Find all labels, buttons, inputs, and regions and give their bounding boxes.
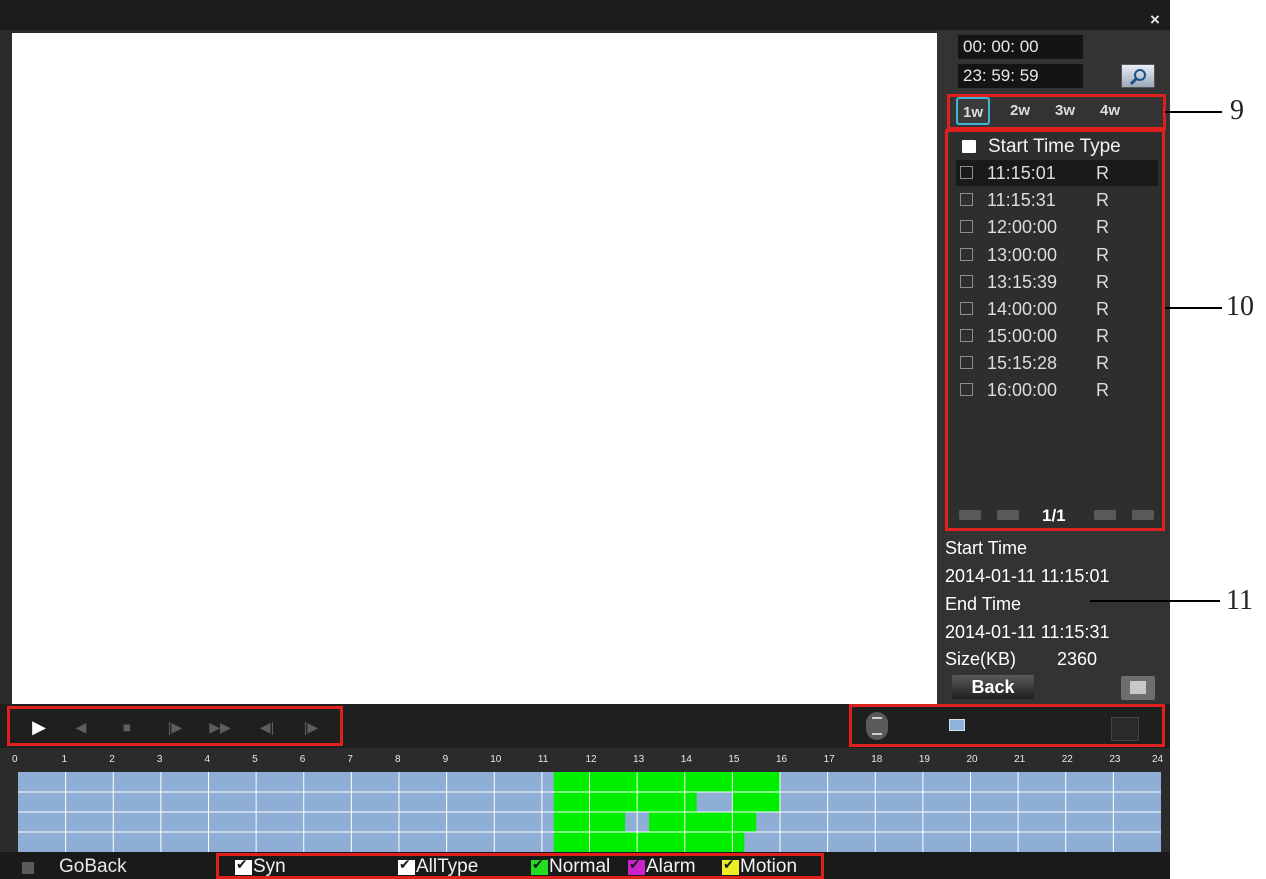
size-value: 2360 — [1057, 649, 1098, 669]
end-time-label: End Time — [945, 594, 1022, 614]
size-label: Size(KB) — [945, 649, 1017, 669]
hour-label: 12 — [585, 754, 597, 765]
video-display[interactable] — [12, 33, 937, 704]
end-time-field[interactable]: 23: 59: 59 — [958, 64, 1083, 88]
hour-label: 7 — [347, 754, 353, 765]
hour-ruler: 0 1 2 3 4 5 6 7 8 9 10 11 12 13 14 15 16 17 18 19 20 21 22 23 24 — [12, 752, 1164, 770]
recording-block — [649, 812, 757, 832]
hour-label: 3 — [156, 754, 163, 765]
hour-label: 2 — [109, 754, 115, 765]
hour-label: 15 — [728, 754, 740, 765]
callout-line-11 — [1090, 600, 1220, 602]
hour-label: 5 — [252, 754, 258, 765]
start-time-value: 2014-01-11 11:15:01 — [945, 566, 1110, 586]
hour-label: 19 — [918, 754, 930, 765]
hour-label: 16 — [776, 754, 788, 765]
close-icon[interactable]: × — [1150, 10, 1160, 30]
hour-label: 17 — [823, 754, 835, 765]
callout-box-zoom — [849, 704, 1165, 747]
hour-label: 0 — [12, 754, 18, 765]
goback-icon[interactable] — [22, 862, 34, 874]
search-icon — [1129, 69, 1146, 86]
callout-box-controls — [7, 706, 343, 746]
callout-box-filters — [216, 853, 824, 879]
start-time-field[interactable]: 00: 00: 00 — [958, 35, 1083, 59]
hour-label: 8 — [395, 754, 401, 765]
hour-label: 10 — [490, 754, 502, 765]
callout-box-9 — [947, 94, 1166, 130]
hour-label: 13 — [633, 754, 645, 765]
callout-box-10 — [945, 129, 1165, 531]
timeline[interactable] — [18, 772, 1161, 852]
callout-9: 9 — [1230, 95, 1244, 126]
callout-11: 11 — [1226, 585, 1253, 616]
callout-10: 10 — [1226, 291, 1254, 322]
hour-label: 23 — [1109, 754, 1121, 765]
backup-icon[interactable] — [1121, 676, 1155, 700]
hour-label: 11 — [537, 754, 549, 765]
end-time-value: 2014-01-11 11:15:31 — [945, 622, 1110, 642]
hour-label: 1 — [61, 754, 68, 765]
goback-label[interactable]: GoBack — [59, 855, 127, 879]
timeline-grid[interactable] — [18, 772, 1161, 852]
title-bar — [0, 0, 1170, 30]
recording-block — [553, 772, 780, 792]
hour-label: 18 — [871, 754, 883, 765]
callout-line-9 — [1165, 111, 1222, 113]
hour-label: 22 — [1061, 754, 1073, 765]
hour-label: 20 — [966, 754, 978, 765]
callout-line-10 — [1165, 307, 1222, 309]
recording-block — [553, 832, 745, 852]
search-button[interactable] — [1121, 64, 1155, 88]
hour-label: 9 — [442, 754, 449, 765]
start-time-label: Start Time — [945, 538, 1028, 558]
hour-label: 6 — [299, 754, 306, 765]
hour-label: 14 — [680, 754, 692, 765]
hour-label: 24 — [1152, 754, 1164, 765]
hour-label: 21 — [1014, 754, 1026, 765]
hour-label: 4 — [204, 754, 211, 765]
recording-block — [553, 792, 697, 812]
back-button[interactable]: Back — [952, 675, 1034, 699]
recording-block — [732, 792, 780, 812]
